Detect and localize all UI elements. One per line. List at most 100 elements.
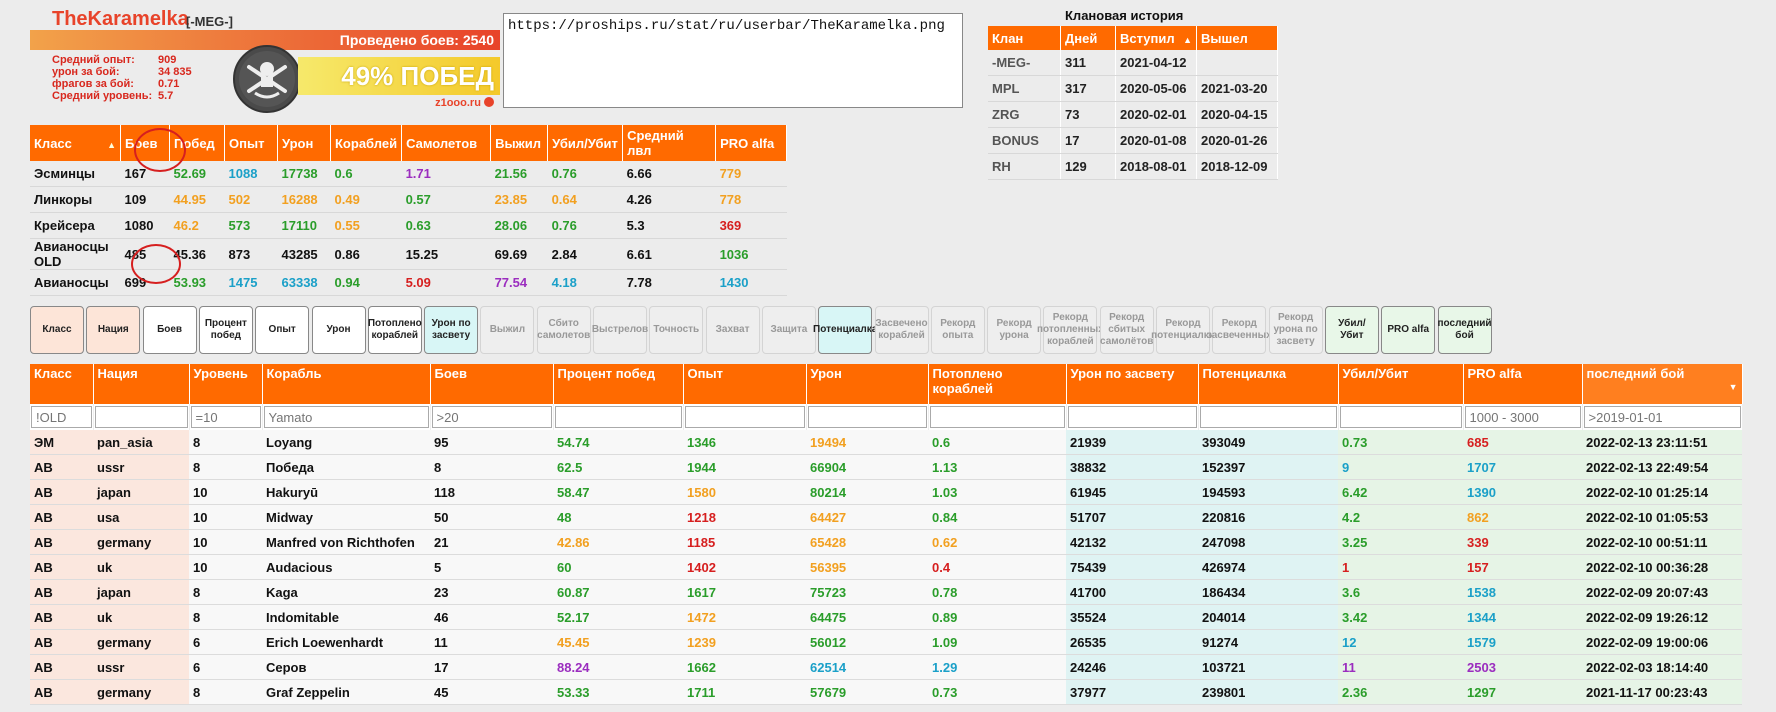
clan-header-left[interactable]: Вышел — [1196, 26, 1278, 50]
column-toggle-button[interactable]: Выжил — [480, 306, 535, 354]
userbar-url-textarea[interactable] — [503, 13, 963, 108]
column-toggle-button[interactable]: Рекорд потенциалки — [1151, 306, 1215, 354]
column-toggle-button[interactable]: Процент побед — [198, 306, 253, 354]
column-filter-input[interactable] — [190, 406, 261, 428]
column-toggle-button[interactable]: Выстрелов — [592, 306, 648, 354]
ship-row[interactable]: ЭМ pan_asia 8 Loyang 95 54.74 1346 19494 0.6 2193… — [30, 430, 1742, 455]
column-filter-input[interactable] — [554, 406, 682, 428]
stat-value: 5.7 — [158, 90, 174, 102]
column-toggle-button[interactable]: Рекорд урона — [987, 306, 1042, 354]
class-header-4[interactable]: Урон — [277, 125, 331, 161]
column-toggle-button[interactable]: Рекорд опыта — [930, 306, 985, 354]
clan-history-cell: 2021-04-12 — [1115, 50, 1197, 76]
column-toggle-button[interactable]: Рекорд сбитых самолётов — [1099, 306, 1154, 354]
ship-row[interactable]: АВ japan 8 Kaga 23 60.87 1617 75723 0.78 41700 186… — [30, 579, 1742, 605]
column-toggle-button[interactable]: Боев — [142, 306, 197, 354]
class-row: Крейсера 1080 46.2 573 17110 0.55 0.63 28.06 0.7… — [30, 212, 787, 239]
ships-header-0[interactable]: Класс — [30, 364, 94, 404]
ship-row[interactable]: АВ germany 6 Erich Loewenhardt 11 45.45 1239 56… — [30, 629, 1742, 655]
clan-header-joined-label: Вступил — [1120, 30, 1175, 46]
column-toggle-button[interactable]: Убил/Убит — [1324, 306, 1379, 354]
ship-cell: 6 — [189, 654, 262, 680]
column-toggle-button[interactable]: Захват — [705, 306, 760, 354]
column-toggle-button[interactable]: Класс — [30, 306, 84, 354]
column-toggle-button[interactable]: Рекорд урона по засвету — [1268, 306, 1323, 354]
column-toggle-button[interactable]: PRO alfa — [1381, 306, 1436, 354]
column-toggle-button[interactable]: последний бой — [1437, 306, 1492, 354]
column-filter-input[interactable] — [1339, 406, 1462, 428]
class-cell: 2.84 — [547, 238, 623, 270]
class-header-9[interactable]: Средний лвл — [622, 125, 717, 161]
clan-history-cell: 17 — [1060, 127, 1116, 154]
class-header-3[interactable]: Опыт — [224, 125, 278, 161]
column-toggle-button[interactable]: Рекорд потопленных кораблей — [1037, 306, 1104, 354]
userbar-stat: урон за бой: 34 835 — [52, 66, 192, 78]
column-toggle-button[interactable]: Урон — [311, 306, 366, 354]
ship-cell: usa — [93, 504, 189, 530]
column-toggle-button[interactable]: Нация — [86, 306, 141, 354]
column-toggle-button[interactable]: Засвечено кораблей — [874, 306, 929, 354]
ship-cell: АВ — [30, 679, 93, 705]
ships-header-4[interactable]: Боев — [430, 364, 554, 404]
class-header-7[interactable]: Выжил — [490, 125, 549, 161]
ship-cell: 103721 — [1198, 654, 1338, 680]
ships-header-12[interactable]: PRO alfa — [1463, 364, 1583, 404]
column-toggle-button[interactable]: Защита — [761, 306, 816, 354]
ship-row[interactable]: АВ japan 10 Hakuryū 118 58.47 1580 80214 1.03 619… — [30, 479, 1742, 505]
ships-header-7[interactable]: Урон — [806, 364, 929, 404]
column-toggle-button[interactable]: Рекорд засвеченных — [1207, 306, 1272, 354]
ships-header-2[interactable]: Уровень — [189, 364, 263, 404]
class-header-8[interactable]: Убил/Убит — [547, 125, 624, 161]
column-filter-input[interactable] — [31, 406, 92, 428]
ship-row[interactable]: АВ ussr 8 Победа 8 62.5 1944 66904 1.13 38832 1523… — [30, 454, 1742, 480]
column-filter-input[interactable] — [431, 406, 552, 428]
column-filter-input[interactable] — [263, 406, 429, 428]
stat-label: урон за бой: — [52, 66, 120, 78]
ships-header-8[interactable]: Потоплено кораблей — [928, 364, 1067, 404]
clan-header-clan[interactable]: Клан — [988, 26, 1061, 50]
ships-header-11[interactable]: Убил/Убит — [1338, 364, 1464, 404]
ships-header-1[interactable]: Нация — [93, 364, 190, 404]
ship-cell: 239801 — [1198, 679, 1338, 705]
annotation-circle — [134, 128, 186, 172]
filter-cell — [1338, 404, 1464, 430]
column-filter-input[interactable] — [807, 406, 927, 428]
class-header-10[interactable]: PRO alfa — [715, 125, 788, 161]
ship-row[interactable]: АВ germany 8 Graf Zeppelin 45 53.33 1711 57679 0… — [30, 679, 1742, 705]
ships-header-label: Уровень — [193, 366, 248, 381]
ship-row[interactable]: АВ uk 10 Audacious 5 60 1402 56395 0.4 75439 42697… — [30, 554, 1742, 580]
ships-header-13[interactable]: последний бой ▼ — [1582, 364, 1743, 404]
class-header-5[interactable]: Кораблей — [330, 125, 403, 161]
ships-header-10[interactable]: Потенциалка — [1198, 364, 1339, 404]
ships-header-9[interactable]: Урон по засвету — [1066, 364, 1199, 404]
column-toggle-button[interactable]: Сбито самолетов — [536, 306, 591, 354]
column-toggle-button[interactable]: Потоплено кораблей — [367, 306, 422, 354]
column-toggle-button[interactable]: Потенциалка — [813, 306, 877, 354]
column-filter-input[interactable] — [684, 406, 805, 428]
column-filter-input[interactable] — [1199, 406, 1337, 428]
ship-row[interactable]: АВ usa 10 Midway 50 48 1218 64427 0.84 51707 22081… — [30, 504, 1742, 530]
class-cell: 0.76 — [547, 212, 623, 239]
column-filter-input[interactable] — [1583, 406, 1741, 428]
ship-cell: 2022-02-09 19:00:06 — [1582, 629, 1742, 655]
ships-header-5[interactable]: Процент побед — [553, 364, 684, 404]
column-filter-input[interactable] — [1464, 406, 1581, 428]
class-header-6[interactable]: Самолетов — [401, 125, 492, 161]
column-toggle-button[interactable]: Урон по засвету — [424, 306, 479, 354]
column-filter-input[interactable] — [929, 406, 1065, 428]
column-filter-input[interactable] — [1067, 406, 1197, 428]
clan-header-joined[interactable]: Вступил ▲ — [1115, 26, 1197, 50]
ship-row[interactable]: АВ germany 10 Manfred von Richthofen 21 42.86… — [30, 529, 1742, 555]
ship-row[interactable]: АВ uk 8 Indomitable 46 52.17 1472 64475 0.89 3552… — [30, 604, 1742, 630]
clan-header-days[interactable]: Дней — [1060, 26, 1116, 50]
column-toggle-button[interactable]: Точность — [649, 306, 704, 354]
ship-cell: АВ — [30, 654, 93, 680]
record-icon — [484, 97, 494, 107]
ships-header-6[interactable]: Опыт — [683, 364, 807, 404]
column-filter-input[interactable] — [94, 406, 188, 428]
ship-row[interactable]: АВ ussr 6 Серов 17 88.24 1662 62514 1.29 24246 103… — [30, 654, 1742, 680]
column-toggle-button[interactable]: Опыт — [255, 306, 310, 354]
ships-header-3[interactable]: Корабль — [262, 364, 431, 404]
class-header-0[interactable]: Класс ▲ — [30, 125, 121, 161]
ship-cell: 2022-02-10 01:25:14 — [1582, 479, 1742, 505]
